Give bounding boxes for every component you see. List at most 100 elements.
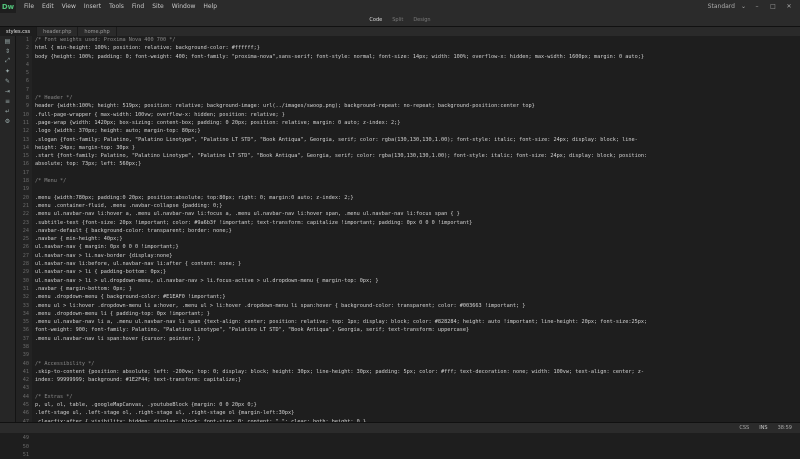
- code-line[interactable]: .navbar { min-height: 40px;}: [35, 235, 800, 243]
- code-line[interactable]: [35, 61, 800, 69]
- comment-icon[interactable]: ✎: [0, 76, 15, 86]
- code-line[interactable]: /* Font weights used: Proxima Nova 400 7…: [35, 36, 800, 44]
- code-line[interactable]: .menu .dropdown-menu { background-color:…: [35, 293, 800, 301]
- menu-edit[interactable]: Edit: [42, 3, 54, 10]
- settings-icon[interactable]: ⚙: [0, 116, 15, 126]
- code-line[interactable]: .menu ul.navbar-nav li span:hover {curso…: [35, 335, 800, 343]
- code-line[interactable]: header {width:100%; height: 519px; posit…: [35, 102, 800, 110]
- chevron-down-icon[interactable]: ⌄: [741, 3, 746, 10]
- code-line[interactable]: [35, 343, 800, 351]
- code-line[interactable]: ul.navbar-nav > li > ul.dropdown-menu, u…: [35, 277, 800, 285]
- menu-view[interactable]: View: [62, 3, 76, 10]
- code-line[interactable]: .menu ul > li:hover .dropdown-menu li a:…: [35, 302, 800, 310]
- code-line[interactable]: .navbar { margin-bottom: 0px; }: [35, 285, 800, 293]
- code-line[interactable]: /* Header */: [35, 94, 800, 102]
- close-icon[interactable]: ✕: [784, 3, 794, 10]
- code-line[interactable]: .subtitle-text {font-size: 20px !importa…: [35, 219, 800, 227]
- coding-toolbar: ▤ ⇕ ⤢ ✦ ✎ ⇥ ≡ ↵ ⚙: [0, 36, 16, 422]
- line-number: 2: [25, 45, 29, 52]
- tab-styles-css[interactable]: styles.css: [0, 27, 38, 36]
- menu-help[interactable]: Help: [203, 3, 217, 10]
- menu-site[interactable]: Site: [152, 3, 164, 10]
- code-line[interactable]: font-weight: 900; font-family: Palatino,…: [35, 326, 800, 334]
- select-parent-icon[interactable]: ✦: [0, 66, 15, 76]
- line-number: 26: [22, 244, 29, 251]
- code-line[interactable]: ul.navbar-nav > li { padding-bottom: 0px…: [35, 268, 800, 276]
- code-line[interactable]: [35, 77, 800, 85]
- line-number: 27: [22, 252, 29, 259]
- line-number: 3: [25, 53, 29, 60]
- maximize-icon[interactable]: □: [768, 3, 778, 10]
- menu-insert[interactable]: Insert: [84, 3, 101, 10]
- wrap-icon[interactable]: ↵: [0, 106, 15, 116]
- app-logo: Dw: [0, 0, 16, 13]
- language-indicator[interactable]: CSS: [739, 425, 749, 431]
- code-line[interactable]: .left-stage ul, .left-stage ol, .right-s…: [35, 409, 800, 417]
- code-line[interactable]: html { min-height: 100%; position: relat…: [35, 44, 800, 52]
- code-line[interactable]: index: 99999999; background: #1E2F44; te…: [35, 376, 800, 384]
- expand-icon[interactable]: ⤢: [0, 56, 15, 66]
- file-icon[interactable]: ▤: [0, 36, 15, 46]
- code-line[interactable]: [35, 185, 800, 193]
- line-number: 45: [22, 402, 29, 409]
- code-line[interactable]: /* Accessibility */: [35, 360, 800, 368]
- code-line[interactable]: .skip-to-content {position: absolute; le…: [35, 368, 800, 376]
- tab-home-php[interactable]: home.php: [78, 27, 117, 36]
- line-number-gutter: 1 2 3 4 5 6 7 8 9 10 11 12 13 14 15 16 17 18 19 20 21 22 23 24 2…: [16, 36, 32, 458]
- indent-icon[interactable]: ⇥: [0, 86, 15, 96]
- format-icon[interactable]: ≡: [0, 96, 15, 106]
- code-line[interactable]: absolute; top: 73px; left: 560px;}: [35, 160, 800, 168]
- collapse-icon[interactable]: ⇕: [0, 46, 15, 56]
- code-line[interactable]: .full-page-wrapper { max-width: 100vw; o…: [35, 111, 800, 119]
- line-number: 50: [22, 443, 29, 450]
- code-editor[interactable]: /* Font weights used: Proxima Nova 400 7…: [35, 36, 800, 422]
- cursor-position: 38:59: [777, 425, 792, 431]
- code-line[interactable]: .logo {width: 370px; height: auto; margi…: [35, 127, 800, 135]
- code-line[interactable]: [35, 69, 800, 77]
- code-line[interactable]: /* Extras */: [35, 393, 800, 401]
- code-line[interactable]: .navbar-default { background-color: tran…: [35, 227, 800, 235]
- line-number: 13: [22, 136, 29, 143]
- code-line[interactable]: .menu .container-fluid, .menu .navbar-co…: [35, 202, 800, 210]
- code-line[interactable]: height: 24px; margin-top: 30px }: [35, 144, 800, 152]
- line-number: 36: [22, 327, 29, 334]
- menu-file[interactable]: File: [24, 3, 34, 10]
- menu-tools[interactable]: Tools: [109, 3, 124, 10]
- menu-window[interactable]: Window: [172, 3, 196, 10]
- code-line[interactable]: .menu ul.navbar-nav li:hover a, .menu ul…: [35, 210, 800, 218]
- code-line[interactable]: p, ul, ol, table, .googleMapCanvas, .you…: [35, 401, 800, 409]
- code-line[interactable]: [35, 86, 800, 94]
- line-number: 31: [22, 285, 29, 292]
- code-line[interactable]: .page-wrap {width: 1420px; box-sizing: c…: [35, 119, 800, 127]
- code-line[interactable]: body {height: 100%; padding: 0; font-wei…: [35, 53, 800, 61]
- line-number: 16: [22, 161, 29, 168]
- tab-header-php[interactable]: header.php: [37, 27, 79, 36]
- line-number: 25: [22, 236, 29, 243]
- code-line[interactable]: /* Menu */: [35, 177, 800, 185]
- code-line[interactable]: [35, 384, 800, 392]
- code-line[interactable]: ul.navbar-nav li:before, ul.navbar-nav l…: [35, 260, 800, 268]
- workspace-preset[interactable]: Standard: [708, 3, 735, 10]
- code-line[interactable]: ul.navbar-nav { margin: 0px 0 0 0 !impor…: [35, 243, 800, 251]
- line-number: 15: [22, 153, 29, 160]
- view-split[interactable]: Split: [392, 17, 403, 23]
- view-design[interactable]: Design: [413, 17, 430, 23]
- line-number: 10: [22, 111, 29, 118]
- line-number: 21: [22, 202, 29, 209]
- code-line[interactable]: [35, 351, 800, 359]
- line-number: 40: [22, 360, 29, 367]
- view-code[interactable]: Code: [369, 17, 382, 23]
- code-line[interactable]: .menu {width:780px; padding:0 20px; posi…: [35, 194, 800, 202]
- code-line[interactable]: .slogan {font-family: Palatino, "Palatin…: [35, 136, 800, 144]
- code-line[interactable]: .menu .dropdown-menu li { padding-top: 0…: [35, 310, 800, 318]
- code-line[interactable]: .start {font-family: Palatino, "Palatino…: [35, 152, 800, 160]
- code-line[interactable]: .menu ul.navbar-nav li a, .menu ul.navba…: [35, 318, 800, 326]
- line-number: 9: [25, 103, 29, 110]
- code-line[interactable]: ul.navbar-nav > li.nav-border {display:n…: [35, 252, 800, 260]
- minimize-icon[interactable]: –: [752, 3, 762, 10]
- line-number: 23: [22, 219, 29, 226]
- code-line[interactable]: [35, 169, 800, 177]
- line-number: 30: [22, 277, 29, 284]
- line-number: 22: [22, 211, 29, 218]
- menu-find[interactable]: Find: [132, 3, 144, 10]
